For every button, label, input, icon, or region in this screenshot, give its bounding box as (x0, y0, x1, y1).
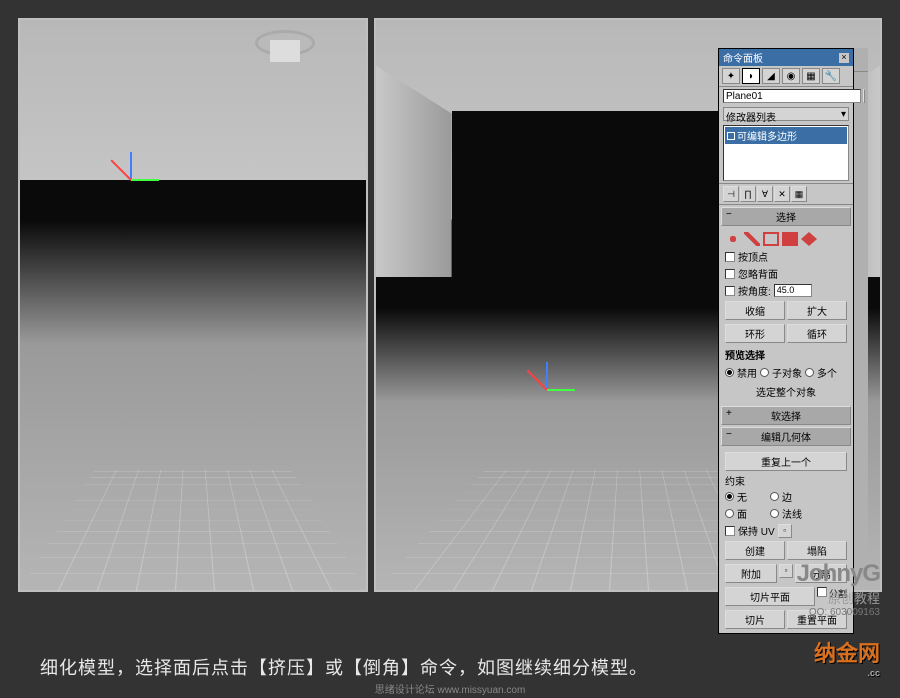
edge-subobj-icon[interactable] (744, 232, 760, 246)
stack-toolbar: ⊣ ∏ ∀ ✕ ▦ (719, 183, 853, 205)
element-subobj-icon[interactable] (801, 232, 817, 246)
show-end-result-icon[interactable]: ∏ (740, 186, 756, 202)
border-subobj-icon[interactable] (763, 232, 779, 246)
object-name-input[interactable] (723, 89, 861, 103)
panel-tab-strip[interactable] (854, 48, 868, 578)
viewport-left[interactable] (18, 18, 368, 592)
modifier-stack[interactable]: 可编辑多边形 (723, 125, 849, 181)
attach-settings[interactable]: ▫ (779, 564, 793, 578)
grow-button[interactable]: 扩大 (787, 301, 847, 320)
panel-titlebar[interactable]: 命令面板 × (719, 49, 853, 66)
multiple-radio[interactable] (805, 368, 814, 377)
transform-gizmo[interactable] (100, 150, 160, 210)
main-tabs: ✦ ◗ ◢ ◉ ▦ 🔧 (719, 66, 853, 87)
constrain-face-radio[interactable] (725, 509, 734, 518)
instruction-caption: 细化模型，选择面后点击【挤压】或【倒角】命令，如图继续细分模型。 (40, 654, 860, 680)
constrain-none-radio[interactable] (725, 492, 734, 501)
panel-title-text: 命令面板 (723, 50, 763, 65)
modifier-item[interactable]: 可编辑多边形 (725, 127, 847, 144)
remove-modifier-icon[interactable]: ✕ (774, 186, 790, 202)
constraints-label: 约束 (725, 473, 847, 488)
chevron-down-icon: ▾ (841, 109, 846, 119)
preserve-uv-settings[interactable]: ▫ (778, 524, 792, 538)
selection-info: 选定整个对象 (725, 381, 847, 402)
preserve-uv-checkbox[interactable] (725, 526, 735, 536)
configure-sets-icon[interactable]: ▦ (791, 186, 807, 202)
loop-button[interactable]: 循环 (787, 324, 847, 343)
transform-gizmo[interactable] (516, 360, 576, 420)
light-fixture (250, 30, 320, 80)
command-panel: 命令面板 × ✦ ◗ ◢ ◉ ▦ 🔧 修改器列表▾ 可编辑多边形 ⊣ ∏ ∀ ✕… (718, 48, 854, 634)
utilities-tab-icon[interactable]: 🔧 (822, 68, 840, 84)
attach-button[interactable]: 附加 (725, 564, 777, 583)
shrink-button[interactable]: 收缩 (725, 301, 785, 320)
vertex-subobj-icon[interactable] (725, 232, 741, 246)
slice-button[interactable]: 切片 (725, 610, 785, 629)
by-vertex-checkbox[interactable] (725, 252, 735, 262)
model-area (20, 20, 366, 590)
hierarchy-tab-icon[interactable]: ◢ (762, 68, 780, 84)
modify-tab-icon[interactable]: ◗ (742, 68, 760, 84)
constrain-edge-radio[interactable] (770, 492, 779, 501)
angle-spinner[interactable]: 45.0 (774, 284, 812, 297)
modifier-list-dropdown[interactable]: 修改器列表▾ (723, 107, 849, 121)
close-icon[interactable]: × (839, 53, 849, 63)
selection-rollout-header[interactable]: 选择 (721, 207, 851, 226)
subobject-radio[interactable] (760, 368, 769, 377)
ignore-backfacing-checkbox[interactable] (725, 269, 735, 279)
edit-geometry-rollout-header[interactable]: 编辑几何体 (721, 427, 851, 446)
create-button[interactable]: 创建 (725, 541, 785, 560)
display-tab-icon[interactable]: ▦ (802, 68, 820, 84)
footer-text: 思绪设计论坛 www.missyuan.com (0, 681, 900, 696)
watermark: JohnyG 原创教程 QQ: 603009163 (797, 560, 880, 618)
repeat-last-button[interactable]: 重复上一个 (725, 452, 847, 471)
soft-selection-rollout-header[interactable]: 软选择 (721, 406, 851, 425)
ring-button[interactable]: 环形 (725, 324, 785, 343)
selection-rollout: 按顶点 忽略背面 按角度: 45.0 收缩 扩大 环形 循环 预览选择 禁用 子… (719, 228, 853, 404)
site-logo: 纳金网.cc (814, 636, 880, 678)
collapse-button[interactable]: 塌陷 (787, 541, 847, 560)
make-unique-icon[interactable]: ∀ (757, 186, 773, 202)
create-tab-icon[interactable]: ✦ (722, 68, 740, 84)
motion-tab-icon[interactable]: ◉ (782, 68, 800, 84)
disable-radio[interactable] (725, 368, 734, 377)
by-angle-checkbox[interactable] (725, 286, 735, 296)
constrain-normal-radio[interactable] (770, 509, 779, 518)
polygon-subobj-icon[interactable] (782, 232, 798, 246)
tab-item[interactable] (854, 48, 868, 72)
pin-stack-icon[interactable]: ⊣ (723, 186, 739, 202)
preview-selection-label: 预览选择 (725, 345, 847, 364)
color-swatch[interactable] (863, 89, 865, 103)
